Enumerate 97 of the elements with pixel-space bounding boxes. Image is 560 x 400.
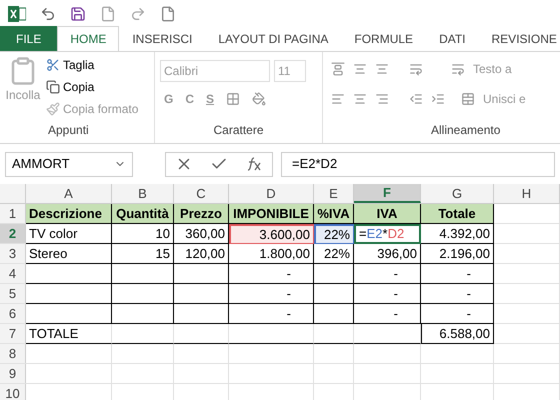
name-box[interactable]: AMMORT (5, 152, 133, 176)
group-label: Allineamento (430, 122, 502, 139)
formula-part: D2 (388, 225, 404, 244)
table-cell: - (354, 264, 421, 284)
fill-color-icon[interactable] (252, 92, 266, 106)
paintbrush-icon (46, 102, 60, 116)
referenced-cell[interactable]: 3.600,00 (229, 224, 314, 244)
row-header[interactable]: 3 (0, 244, 26, 263)
group-label: Appunti (47, 122, 90, 139)
row-header[interactable]: 7 (0, 324, 26, 343)
table-cell: - (229, 284, 314, 304)
empty-cell (112, 264, 174, 284)
file-tab[interactable]: FILE (0, 26, 58, 51)
empty-cell (314, 284, 354, 304)
table-cell: - (229, 264, 314, 284)
table-cell: 22% (314, 244, 354, 264)
save-icon[interactable] (70, 6, 86, 22)
empty-cell (314, 264, 354, 284)
row-header[interactable]: 1 (0, 204, 26, 223)
align-left-icon[interactable] (331, 92, 345, 106)
header-cell: Quantità (112, 204, 174, 224)
table-cell: 1.800,00 (229, 244, 314, 264)
active-cell[interactable]: =E2*D2 (354, 224, 421, 244)
table-cell: Stereo (26, 244, 112, 264)
table-cell: 120,00 (174, 244, 229, 264)
ribbon-tab[interactable]: FORMULE (341, 26, 426, 51)
row-header[interactable]: 6 (0, 304, 26, 323)
print-preview-icon[interactable] (160, 6, 176, 22)
group-label: Carattere (212, 122, 265, 139)
empty-cell (174, 264, 229, 284)
ribbon-tab[interactable]: INSERISCI (119, 26, 206, 51)
indent-increase-icon[interactable] (431, 92, 445, 106)
table-cell: TOTALE (26, 324, 112, 344)
table-cell: 396,00 (354, 244, 421, 264)
table-cell: 6.588,00 (421, 324, 494, 344)
function-icon[interactable] (245, 156, 264, 172)
align-right-icon[interactable] (375, 92, 389, 106)
table-cell: 2.196,00 (421, 244, 494, 264)
row-header[interactable]: 4 (0, 264, 26, 283)
ribbon-tab[interactable]: HOME (57, 26, 120, 51)
table-cell: 15 (112, 244, 174, 264)
merge-icon (461, 92, 475, 106)
formula-field[interactable]: =E2*D2 (281, 152, 555, 176)
scissors-icon (46, 58, 60, 72)
table-cell: TV color (26, 224, 112, 244)
formula-part: = (359, 225, 367, 244)
copy-button[interactable]: Copia (63, 78, 94, 96)
column-header[interactable]: D (229, 184, 314, 203)
header-cell: Prezzo (174, 204, 229, 224)
empty-cell (112, 304, 174, 324)
align-middle-icon[interactable] (353, 62, 367, 76)
formula-part: E2 (366, 225, 382, 244)
undo-icon[interactable] (40, 6, 56, 22)
row-header[interactable]: 5 (0, 284, 26, 303)
table-cell: - (421, 284, 494, 304)
header-cell: IMPONIBILE (229, 204, 314, 224)
empty-cell (174, 284, 229, 304)
row-header[interactable]: 8 (0, 344, 26, 363)
table-cell: - (421, 304, 494, 324)
column-header[interactable]: H (494, 184, 560, 203)
header-cell: IVA (354, 204, 421, 224)
table-cell: 4.392,00 (421, 224, 494, 244)
formula-part: * (382, 225, 388, 244)
empty-cell (174, 304, 229, 324)
ribbon-tab[interactable]: REVISIONE (478, 26, 560, 51)
empty-cell (112, 284, 174, 304)
header-cell: %IVA (314, 204, 354, 224)
ribbon-tab[interactable]: LAYOUT DI PAGINA (205, 26, 342, 51)
table-cell: - (421, 264, 494, 284)
column-header[interactable]: B (112, 184, 174, 203)
table-cell: - (354, 284, 421, 304)
align-center-icon[interactable] (353, 92, 367, 106)
table-cell: 360,00 (174, 224, 229, 244)
app-logo-icon (8, 6, 26, 22)
indent-decrease-icon[interactable] (409, 92, 423, 106)
row-header[interactable]: 2 (0, 224, 26, 243)
table-cell: - (229, 304, 314, 324)
table-cell: - (354, 304, 421, 324)
table-cell: 10 (112, 224, 174, 244)
referenced-cell[interactable]: 22% (314, 224, 354, 244)
ribbon-tab[interactable]: DATI (426, 26, 479, 51)
column-header[interactable]: F (354, 184, 421, 203)
row-header[interactable]: 10 (0, 384, 26, 400)
redo-icon[interactable] (130, 6, 146, 22)
borders-icon[interactable] (226, 92, 240, 106)
column-header[interactable]: A (26, 184, 112, 203)
header-cell: Totale (421, 204, 494, 224)
align-top-icon[interactable] (331, 62, 345, 76)
copy-icon (46, 80, 60, 94)
empty-cell (314, 304, 354, 324)
row-header[interactable]: 9 (0, 364, 26, 383)
column-header[interactable]: G (421, 184, 494, 203)
column-header[interactable]: C (174, 184, 229, 203)
cut-button[interactable]: Taglia (63, 56, 94, 74)
header-cell: Descrizione (26, 204, 112, 224)
wrap-text-icon (451, 62, 465, 76)
new-file-icon[interactable] (100, 6, 116, 22)
